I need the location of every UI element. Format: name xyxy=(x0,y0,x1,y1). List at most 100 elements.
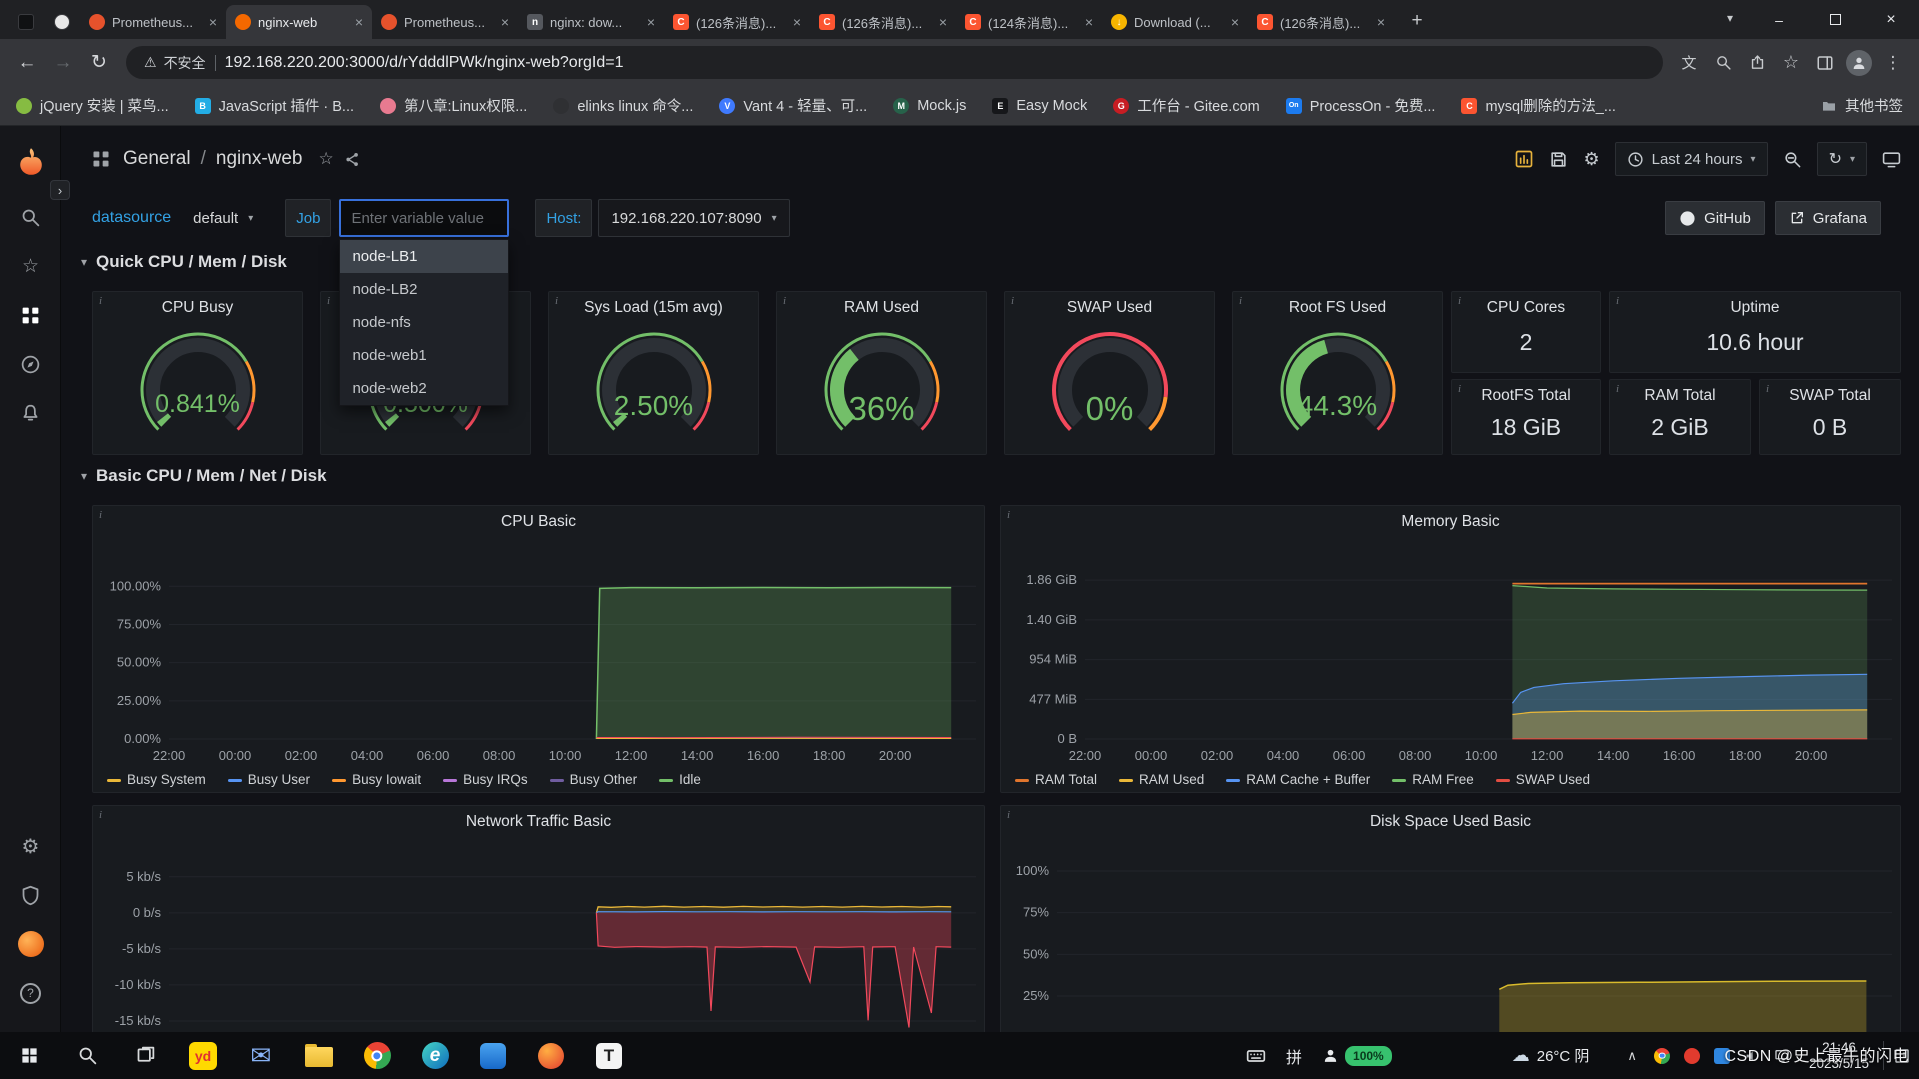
add-panel-icon[interactable] xyxy=(1514,149,1534,169)
tray-security-icon[interactable] xyxy=(1683,1047,1700,1064)
other-bookmarks[interactable]: 其他书签 xyxy=(1821,95,1903,116)
tab-close-icon[interactable]: × xyxy=(1231,15,1239,29)
panel-title[interactable]: RootFS Total xyxy=(1466,387,1586,405)
tab-close-icon[interactable]: × xyxy=(939,15,947,29)
browser-tab[interactable]: ↓ Download (... × xyxy=(1102,5,1248,39)
zoom-out-icon[interactable] xyxy=(1783,150,1802,169)
sidebar-expand-button[interactable]: › xyxy=(50,180,70,200)
browser-tab[interactable]: n nginx: dow... × xyxy=(518,5,664,39)
translate-icon[interactable]: 文 xyxy=(1673,47,1705,79)
bookmark-item[interactable]: On ProcessOn - 免费... xyxy=(1285,95,1435,116)
bookmark-item[interactable]: elinks linux 命令... xyxy=(553,95,693,116)
panel-title[interactable]: Sys Load (15m avg) xyxy=(563,299,744,317)
tray-chrome-icon[interactable] xyxy=(1653,1047,1670,1064)
variable-option[interactable]: node-LB2 xyxy=(340,273,508,306)
host-select[interactable]: 192.168.220.107:8090 ▾ xyxy=(598,199,790,237)
browser-tab[interactable]: C (126条消息)... × xyxy=(810,5,956,39)
taskbar-search[interactable] xyxy=(58,1032,116,1079)
time-range-picker[interactable]: Last 24 hours ▾ xyxy=(1614,142,1768,176)
sidebar-help-icon[interactable]: ? xyxy=(0,971,61,1015)
dashboard-settings-icon[interactable]: ⚙ xyxy=(1583,149,1599,170)
panel-title[interactable]: CPU Busy xyxy=(107,299,288,317)
bookmark-item[interactable]: B JavaScript 插件 · B... xyxy=(194,95,354,116)
browser-tab[interactable]: C (124条消息)... × xyxy=(956,5,1102,39)
back-button[interactable]: ← xyxy=(10,46,44,80)
panel-info-icon[interactable]: i xyxy=(99,509,102,521)
bookmark-item[interactable]: V Vant 4 - 轻量、可... xyxy=(719,95,867,116)
panel-title[interactable]: Root FS Used xyxy=(1247,299,1428,317)
tray-expand-icon[interactable]: ∧ xyxy=(1627,1048,1637,1064)
touch-keyboard-icon[interactable] xyxy=(1246,1046,1266,1066)
bookmark-item[interactable]: G 工作台 - Gitee.com xyxy=(1113,95,1260,116)
panel-info-icon[interactable]: i xyxy=(1616,295,1619,307)
grafana-link-button[interactable]: Grafana xyxy=(1774,201,1881,235)
weather-widget[interactable]: ☁ 26°C 阴 xyxy=(1512,1045,1590,1066)
battery-badge[interactable]: 100% xyxy=(1345,1045,1392,1066)
variable-option[interactable]: node-LB1 xyxy=(340,240,509,273)
close-button[interactable]: × xyxy=(1863,0,1919,39)
panel-info-icon[interactable]: i xyxy=(327,295,330,307)
legend-item[interactable]: Busy Other xyxy=(549,772,637,787)
tab-close-icon[interactable]: × xyxy=(1377,15,1385,29)
bookmark-item[interactable]: M Mock.js xyxy=(893,97,966,114)
security-status[interactable]: ⚠ 不安全 xyxy=(144,53,206,73)
panel-info-icon[interactable]: i xyxy=(1239,295,1242,307)
panel-info-icon[interactable]: i xyxy=(783,295,786,307)
sidebar-dashboards-icon[interactable] xyxy=(0,293,61,337)
tab-close-icon[interactable]: × xyxy=(793,15,801,29)
legend-item[interactable]: RAM Free xyxy=(1392,772,1474,787)
typora-app[interactable]: T xyxy=(580,1032,638,1079)
maximize-button[interactable] xyxy=(1807,0,1863,39)
youdao-dict-app[interactable]: yd xyxy=(174,1032,232,1079)
tv-mode-icon[interactable] xyxy=(1882,150,1901,169)
panel-title[interactable]: SWAP Used xyxy=(1019,299,1200,317)
blue-app[interactable] xyxy=(464,1032,522,1079)
panel-info-icon[interactable]: i xyxy=(1007,509,1010,521)
legend-item[interactable]: Idle xyxy=(659,772,701,787)
mail-app[interactable]: ✉ xyxy=(232,1032,290,1079)
row-section-header[interactable]: ▾ Basic CPU / Mem / Net / Disk xyxy=(81,466,327,486)
legend-item[interactable]: Busy User xyxy=(227,772,310,787)
sidebar-alerting-icon[interactable] xyxy=(0,391,61,435)
profile-avatar[interactable] xyxy=(1846,49,1872,76)
forward-button[interactable]: → xyxy=(46,46,80,80)
panel-info-icon[interactable]: i xyxy=(1766,383,1769,395)
browser-tab[interactable]: Prometheus... × xyxy=(80,5,226,39)
panel-title[interactable]: RAM Used xyxy=(791,299,972,317)
refresh-button[interactable]: ↻ ▾ xyxy=(1816,142,1867,176)
share-icon[interactable] xyxy=(1741,47,1773,79)
tab-close-icon[interactable]: × xyxy=(501,15,509,29)
panel-info-icon[interactable]: i xyxy=(1007,809,1010,821)
bookmark-item[interactable]: 第八章:Linux权限... xyxy=(380,95,527,116)
browser-tab[interactable]: C (126条消息)... × xyxy=(664,5,810,39)
variable-option[interactable]: node-web1 xyxy=(340,339,508,372)
edge-app[interactable]: e xyxy=(406,1032,464,1079)
minimize-button[interactable]: – xyxy=(1751,0,1807,39)
panel-title[interactable]: SWAP Total xyxy=(1774,387,1886,405)
panel-info-icon[interactable]: i xyxy=(1458,295,1461,307)
panel-info-icon[interactable]: i xyxy=(1616,383,1619,395)
chrome-app[interactable] xyxy=(348,1032,406,1079)
variable-option[interactable]: node-nfs xyxy=(340,306,508,339)
bookmark-item[interactable]: Cmysql删除的方法_... xyxy=(1461,95,1616,116)
legend-item[interactable]: RAM Cache + Buffer xyxy=(1226,772,1370,787)
panel-title[interactable]: Uptime xyxy=(1624,299,1886,317)
file-explorer-app[interactable] xyxy=(290,1032,348,1079)
task-view-button[interactable] xyxy=(116,1032,174,1079)
legend-item[interactable]: Busy System xyxy=(107,772,206,787)
menu-icon[interactable]: ⋮ xyxy=(1877,47,1909,79)
sidebar-admin-icon[interactable] xyxy=(0,873,61,917)
tab-close-icon[interactable]: × xyxy=(355,15,363,29)
sidebar-settings-icon[interactable]: ⚙ xyxy=(0,824,61,868)
browser-tab[interactable]: Prometheus... × xyxy=(372,5,518,39)
panel-info-icon[interactable]: i xyxy=(1011,295,1014,307)
side-panel-icon[interactable] xyxy=(1809,47,1841,79)
tab-close-icon[interactable]: × xyxy=(1085,15,1093,29)
breadcrumb-folder[interactable]: General xyxy=(123,148,191,170)
job-variable-input[interactable] xyxy=(339,199,510,237)
bookmark-item[interactable]: jQuery 安装 | 菜鸟... xyxy=(16,95,169,116)
panel-title[interactable]: CPU Cores xyxy=(1466,299,1586,317)
reload-button[interactable]: ↻ xyxy=(82,46,116,80)
sidebar-search-icon[interactable] xyxy=(0,195,61,239)
tab-search-caret-icon[interactable]: ▾ xyxy=(1727,11,1733,25)
